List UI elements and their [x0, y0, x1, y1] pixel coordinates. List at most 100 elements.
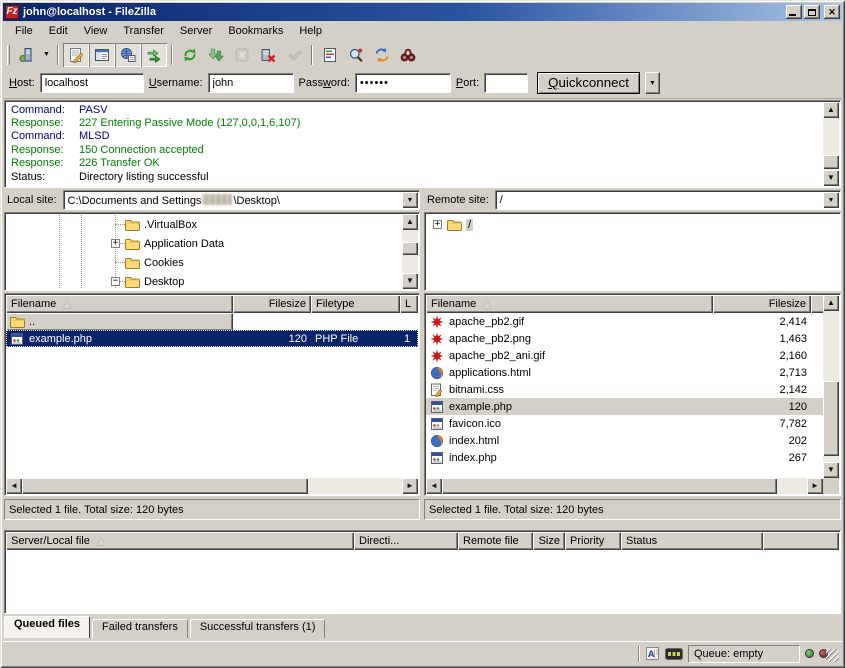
menu-transfer[interactable]: Transfer	[115, 22, 172, 40]
tree-item-application-data[interactable]: Application Data	[7, 234, 417, 253]
site-manager-dropdown-button[interactable]	[40, 43, 53, 67]
column-header-server-local-file[interactable]: Server/Local file	[6, 532, 354, 550]
toggle-transfer-queue-button[interactable]	[141, 43, 167, 67]
data-type-indicator-icon[interactable]: A	[645, 646, 660, 661]
file-row-bitnami-css[interactable]: bitnami.css2,142	[426, 381, 823, 398]
column-header-remote-file[interactable]: Remote file	[458, 532, 533, 550]
directory-filters-button[interactable]	[317, 43, 343, 67]
file-row-blank[interactable]: ..	[6, 313, 418, 330]
file-row-apache-pb2-gif[interactable]: apache_pb2.gif2,414	[426, 313, 823, 330]
tab-failed-transfers[interactable]: Failed transfers	[92, 619, 188, 638]
scroll-left-button[interactable]	[6, 478, 22, 494]
tab-successful-transfers-1[interactable]: Successful transfers (1)	[190, 619, 326, 638]
column-header-filesize[interactable]: Filesize	[713, 295, 811, 313]
quickconnect-dropdown-button[interactable]	[645, 72, 660, 94]
minimize-button[interactable]	[786, 5, 802, 19]
scrollbar-thumb[interactable]	[442, 478, 777, 494]
scrollbar-track[interactable]	[442, 478, 807, 494]
column-header-l[interactable]: L	[400, 295, 418, 313]
tree-item-cookies[interactable]: Cookies	[7, 253, 417, 272]
remote-list-hscrollbar[interactable]	[426, 478, 823, 494]
scrollbar-thumb[interactable]	[823, 381, 839, 456]
reconnect-button[interactable]	[281, 43, 307, 67]
maximize-button[interactable]	[804, 5, 820, 19]
scroll-down-button[interactable]	[823, 462, 839, 478]
scrollbar-thumb[interactable]	[22, 478, 308, 494]
password-input[interactable]	[355, 73, 451, 93]
find-files-button[interactable]	[395, 43, 421, 67]
scroll-down-button[interactable]	[823, 170, 839, 186]
local-tree-scrollbar[interactable]	[402, 214, 418, 289]
remote-list-vscrollbar[interactable]	[823, 295, 839, 478]
column-header-directi[interactable]: Directi...	[354, 532, 458, 550]
toggle-message-log-button[interactable]	[63, 43, 89, 67]
disconnect-button[interactable]	[255, 43, 281, 67]
process-queue-button[interactable]	[203, 43, 229, 67]
queue-tabs: Queued filesFailed transfersSuccessful t…	[4, 616, 327, 638]
log-line-label: Command:	[7, 104, 79, 116]
refresh-button[interactable]	[177, 43, 203, 67]
tree-item-virtualbox[interactable]: .VirtualBox	[7, 215, 417, 234]
remote-site-path-combo[interactable]: /	[495, 190, 841, 210]
tree-expander-plus-icon[interactable]	[111, 239, 120, 248]
file-row-example-php[interactable]: example.php120PHP File1	[6, 330, 418, 347]
quickconnect-button[interactable]: Quickconnect	[537, 72, 640, 94]
scrollbar-track[interactable]	[402, 230, 418, 273]
speed-limits-icon[interactable]	[665, 648, 683, 660]
remote-path-dropdown-button[interactable]	[823, 192, 839, 208]
file-row-index-html[interactable]: index.html202	[426, 432, 823, 449]
scroll-up-button[interactable]	[823, 102, 839, 118]
tree-expander-minus-icon[interactable]	[111, 277, 120, 286]
menu-bookmarks[interactable]: Bookmarks	[220, 22, 291, 40]
scroll-right-button[interactable]	[402, 478, 418, 494]
compare-directories-button[interactable]	[343, 43, 369, 67]
file-row-apache-pb2-ani-gif[interactable]: apache_pb2_ani.gif2,160	[426, 347, 823, 364]
message-log-scrollbar[interactable]	[823, 102, 839, 186]
cancel-operation-button[interactable]	[229, 43, 255, 67]
column-header-filesize[interactable]: Filesize	[233, 295, 311, 313]
toggle-remote-tree-button[interactable]	[115, 43, 141, 67]
synchronized-browsing-button[interactable]	[369, 43, 395, 67]
username-input[interactable]	[208, 73, 294, 93]
toggle-local-tree-button[interactable]	[89, 43, 115, 67]
tree-item-desktop[interactable]: Desktop	[7, 272, 417, 291]
close-button[interactable]	[824, 5, 840, 19]
column-header-filetype[interactable]: Filetype	[311, 295, 400, 313]
tree-expander-plus-icon[interactable]	[433, 220, 442, 229]
file-row-favicon-ico[interactable]: favicon.ico7,782	[426, 415, 823, 432]
menu-help[interactable]: Help	[291, 22, 330, 40]
tab-queued-files[interactable]: Queued files	[4, 616, 90, 638]
menu-file[interactable]: File	[7, 22, 41, 40]
toolbar-grip[interactable]	[7, 45, 10, 65]
site-manager-button[interactable]	[14, 43, 40, 67]
local-path-dropdown-button[interactable]	[402, 192, 418, 208]
port-input[interactable]	[484, 73, 528, 93]
local-list-hscrollbar[interactable]	[6, 478, 418, 494]
file-row-applications-html[interactable]: applications.html2,713	[426, 364, 823, 381]
scrollbar-thumb[interactable]	[402, 242, 418, 255]
column-header-filename[interactable]: Filename	[426, 295, 713, 313]
scroll-up-button[interactable]	[823, 295, 839, 311]
scrollbar-track[interactable]	[823, 311, 839, 462]
scrollbar-track[interactable]	[22, 478, 402, 494]
column-header-filename[interactable]: Filename	[6, 295, 233, 313]
host-input[interactable]	[40, 73, 144, 93]
scroll-right-button[interactable]	[807, 478, 823, 494]
local-site-path-combo[interactable]: C:\Documents and Settings\Desktop\	[63, 190, 420, 210]
scrollbar-track[interactable]	[823, 118, 839, 170]
menu-edit[interactable]: Edit	[41, 22, 76, 40]
column-header-size[interactable]: Size	[533, 532, 565, 550]
file-row-example-php[interactable]: example.php120	[426, 398, 823, 415]
tree-item-blank[interactable]: /	[427, 215, 838, 234]
column-header-status[interactable]: Status	[621, 532, 763, 550]
resize-grip[interactable]	[826, 649, 839, 662]
file-row-apache-pb2-png[interactable]: apache_pb2.png1,463	[426, 330, 823, 347]
scroll-left-button[interactable]	[426, 478, 442, 494]
column-header-priority[interactable]: Priority	[565, 532, 621, 550]
menu-server[interactable]: Server	[172, 22, 220, 40]
scroll-down-button[interactable]	[402, 273, 418, 289]
file-row-index-php[interactable]: index.php267	[426, 449, 823, 466]
menu-view[interactable]: View	[76, 22, 116, 40]
scrollbar-thumb[interactable]	[823, 155, 839, 169]
scroll-up-button[interactable]	[402, 214, 418, 230]
